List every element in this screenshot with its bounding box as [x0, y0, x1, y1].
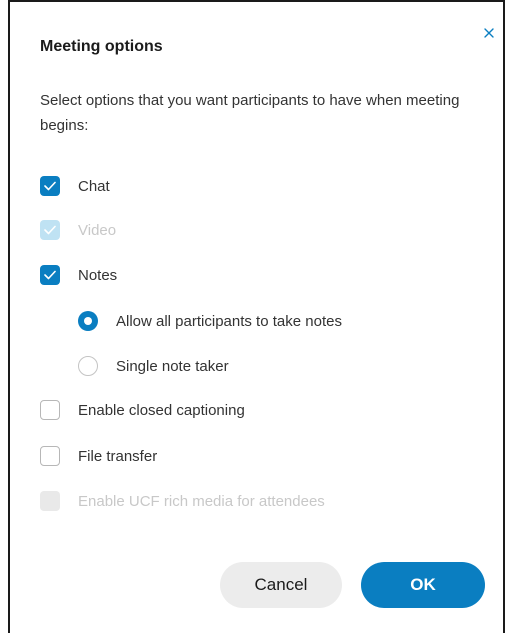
single-note-taker-label: Single note taker: [116, 357, 229, 375]
notes-label: Notes: [78, 266, 118, 284]
ucf-rich-media-option: Enable UCF rich media for attendees: [40, 490, 325, 512]
closed-captioning-option[interactable]: Enable closed captioning: [40, 399, 245, 421]
chat-option[interactable]: Chat: [40, 175, 110, 197]
page: Meeting options Select options that you …: [0, 0, 507, 633]
closed-captioning-label: Enable closed captioning: [78, 401, 245, 419]
video-option: Video: [40, 219, 116, 241]
checkmark-icon: [44, 225, 56, 235]
close-button[interactable]: [482, 26, 496, 40]
notes-all-participants-label: Allow all participants to take notes: [116, 312, 342, 330]
closed-captioning-checkbox[interactable]: [40, 400, 60, 420]
notes-all-participants-radio[interactable]: [78, 311, 98, 331]
ucf-rich-media-checkbox: [40, 491, 60, 511]
single-note-taker-option[interactable]: Single note taker: [78, 355, 229, 377]
file-transfer-label: File transfer: [78, 447, 158, 465]
window-border-right: [503, 0, 505, 633]
ucf-rich-media-label: Enable UCF rich media for attendees: [78, 492, 325, 510]
notes-all-participants-option[interactable]: Allow all participants to take notes: [78, 310, 342, 332]
video-checkbox: [40, 220, 60, 240]
ok-button[interactable]: OK: [361, 562, 485, 608]
dialog-title: Meeting options: [40, 38, 163, 55]
checkmark-icon: [44, 270, 56, 280]
single-note-taker-radio[interactable]: [78, 356, 98, 376]
file-transfer-checkbox[interactable]: [40, 446, 60, 466]
dialog-description: Select options that you want participant…: [40, 92, 460, 134]
notes-option[interactable]: Notes: [40, 264, 117, 286]
chat-checkbox[interactable]: [40, 176, 60, 196]
checkmark-icon: [44, 181, 56, 191]
file-transfer-option[interactable]: File transfer: [40, 445, 157, 467]
chat-label: Chat: [78, 177, 110, 195]
notes-checkbox[interactable]: [40, 265, 60, 285]
cancel-button[interactable]: Cancel: [220, 562, 342, 608]
video-label: Video: [78, 221, 117, 239]
close-icon: [484, 28, 494, 38]
